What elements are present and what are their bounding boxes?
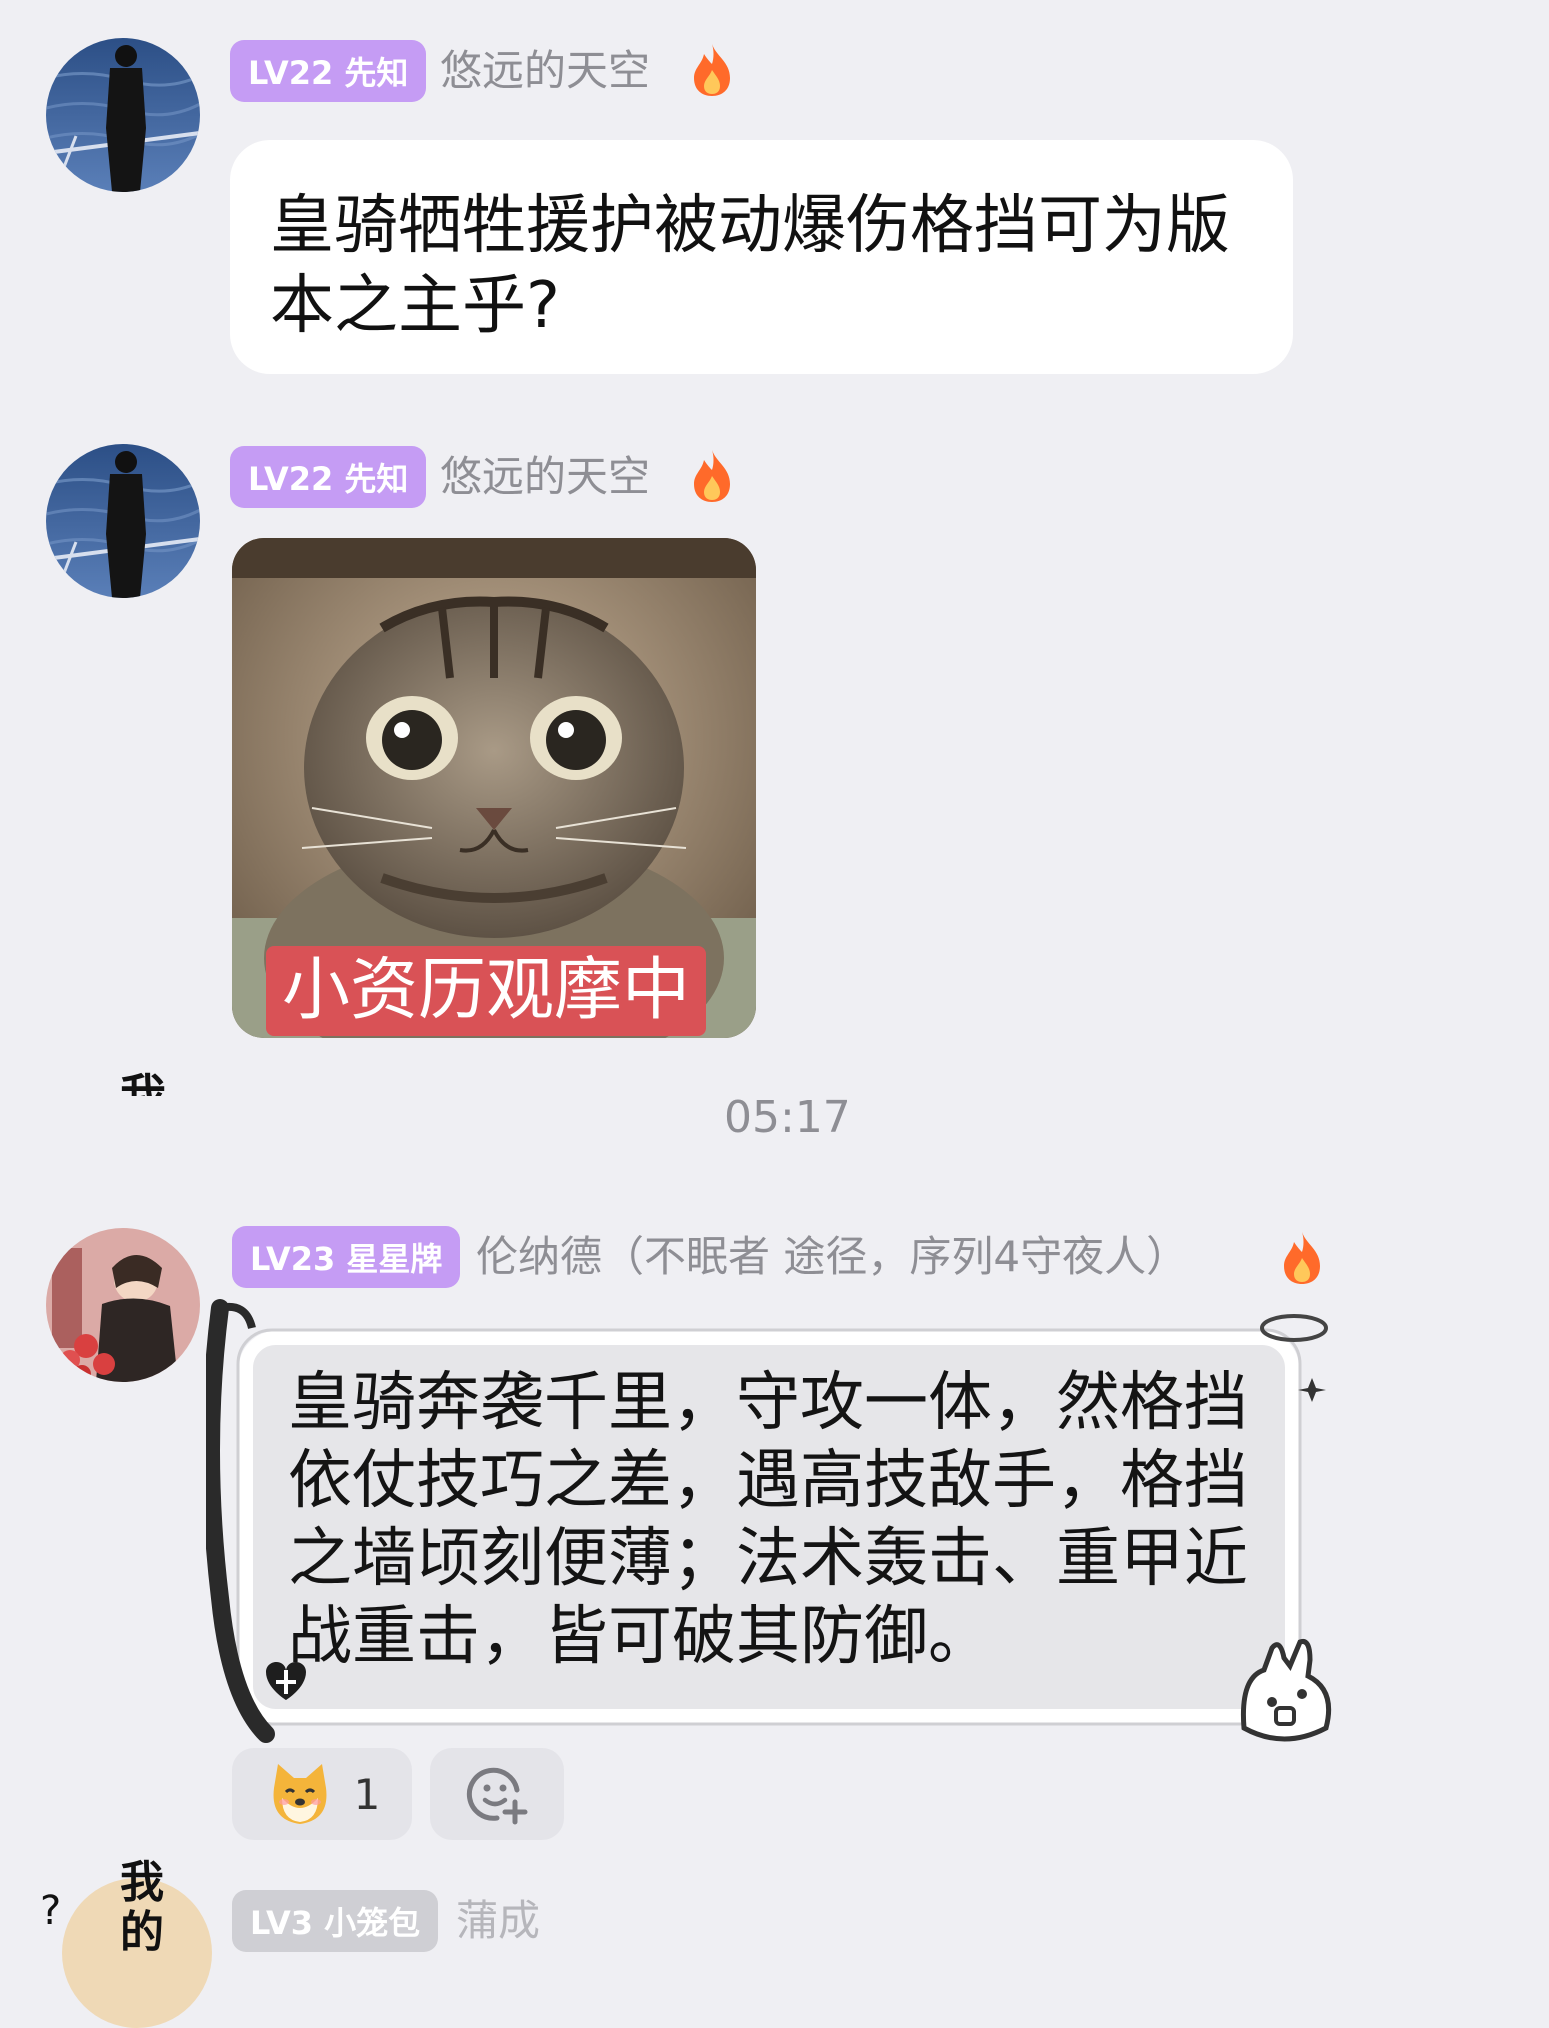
reaction-chip[interactable]: 1 bbox=[232, 1748, 412, 1840]
username[interactable]: 悠远的天空 bbox=[440, 40, 650, 102]
partial-glyph: 我 的 bbox=[120, 1857, 164, 1958]
username[interactable]: 悠远的天空 bbox=[440, 446, 650, 508]
message-text[interactable]: 皇骑奔袭千里，守攻一体，然格挡依仗技巧之差，遇高技敌手，格挡之墙顷刻便薄；法术轰… bbox=[288, 1364, 1248, 1676]
partial-glyph: ? bbox=[40, 1888, 62, 1934]
username[interactable]: 蒲成 bbox=[456, 1890, 540, 1952]
avatar-image bbox=[46, 38, 200, 192]
reaction-count: 1 bbox=[353, 1769, 381, 1819]
message-text: 皇骑牺牲援护被动爆伤格挡可为版本之主乎? bbox=[270, 189, 1230, 343]
message-bubble[interactable]: 皇骑牺牲援护被动爆伤格挡可为版本之主乎? bbox=[230, 140, 1293, 374]
shiba-emoji-icon bbox=[273, 1764, 327, 1824]
avatar-image bbox=[46, 1228, 200, 1382]
username[interactable]: 伦纳德（不眠者 途径，序列4守夜人） bbox=[476, 1226, 1188, 1288]
user-avatar[interactable] bbox=[46, 38, 200, 192]
add-reaction-button[interactable] bbox=[430, 1748, 564, 1840]
level-badge: LV23 星星牌 bbox=[232, 1226, 461, 1288]
level-badge: LV3 小笼包 bbox=[232, 1890, 439, 1952]
add-emoji-icon bbox=[466, 1767, 528, 1825]
user-avatar[interactable] bbox=[46, 1228, 200, 1382]
fire-icon bbox=[694, 44, 730, 96]
level-badge: LV22 先知 bbox=[230, 446, 427, 508]
user-avatar[interactable] bbox=[46, 444, 200, 598]
fire-icon bbox=[694, 450, 730, 502]
avatar-image bbox=[46, 444, 200, 598]
sticker-caption: 小资历观摩中 bbox=[266, 946, 707, 1036]
sticker-image[interactable]: 小资历观摩中 bbox=[232, 538, 756, 1038]
level-badge: LV22 先知 bbox=[230, 40, 427, 102]
timestamp: 05:17 bbox=[724, 1092, 851, 1143]
partial-glyph: 我 bbox=[120, 1069, 166, 1096]
fire-icon bbox=[1284, 1232, 1320, 1284]
